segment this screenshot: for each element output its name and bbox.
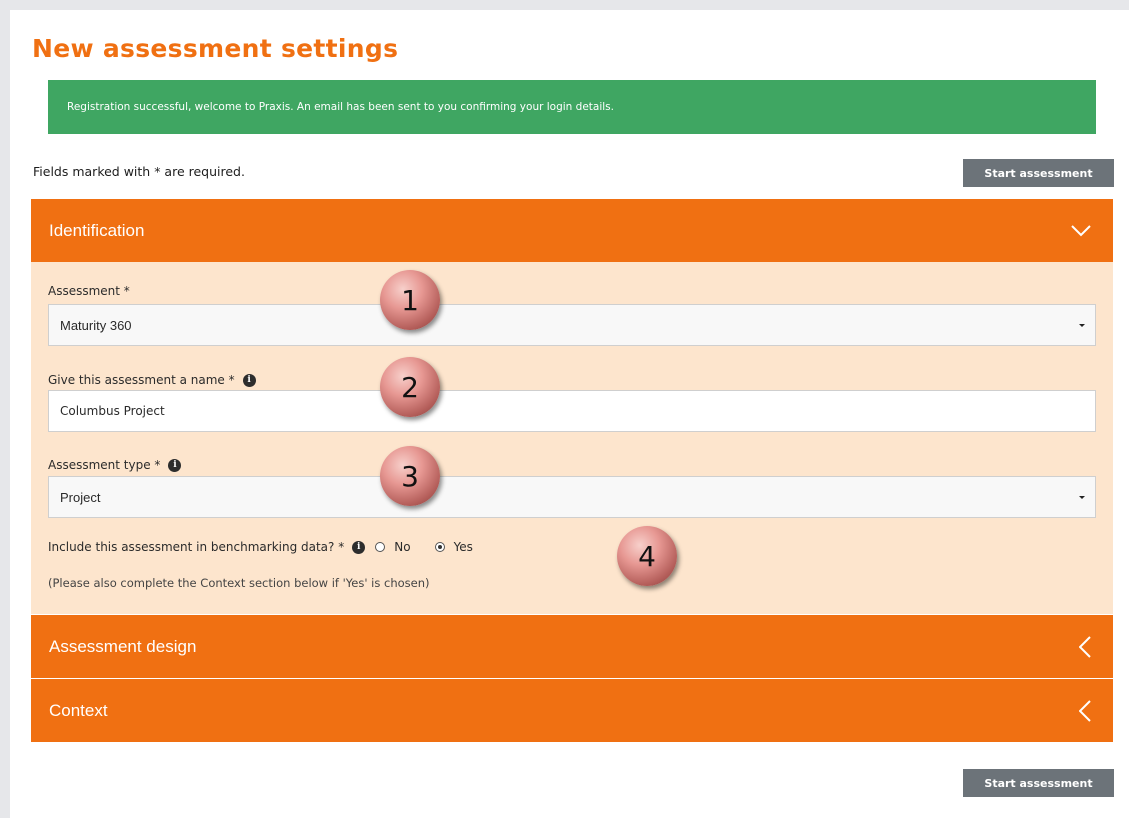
section-identification-header[interactable]: Identification (31, 199, 1113, 262)
callout-badge-1: 1 (380, 270, 440, 330)
success-alert-text: Registration successful, welcome to Prax… (67, 101, 614, 113)
radio-yes-label: Yes (453, 540, 473, 554)
benchmark-option-no[interactable]: No (375, 540, 411, 554)
assessment-label-text: Assessment * (48, 284, 130, 298)
callout-badge-2: 2 (380, 357, 440, 417)
assessment-type-label-text: Assessment type * (48, 458, 161, 472)
info-icon[interactable]: i (168, 458, 182, 472)
section-context-title: Context (49, 700, 108, 720)
start-assessment-button-top[interactable]: Start assessment (963, 159, 1114, 187)
radio-yes[interactable] (434, 542, 445, 552)
start-assessment-button-bottom[interactable]: Start assessment (963, 769, 1114, 797)
assessment-select[interactable]: Maturity 360 (48, 304, 1096, 346)
benchmarking-label: Include this assessment in benchmarking … (48, 540, 345, 554)
page-title: New assessment settings (32, 34, 399, 63)
chevron-down-icon (1071, 199, 1091, 262)
section-assessment-design-title: Assessment design (49, 636, 197, 656)
assessment-type-label: Assessment type * i (48, 458, 182, 472)
dropdown-caret-icon (1079, 496, 1085, 499)
assessment-name-label: Give this assessment a name * i (48, 373, 256, 387)
assessment-name-input[interactable]: Columbus Project (48, 390, 1096, 432)
top-border (0, 0, 1129, 10)
radio-no[interactable] (375, 542, 386, 552)
section-identification-title: Identification (49, 220, 145, 240)
assessment-type-value: Project (60, 489, 101, 505)
left-border (0, 0, 10, 818)
benchmarking-note: (Please also complete the Context sectio… (48, 576, 430, 590)
callout-badge-4: 4 (617, 526, 677, 586)
dropdown-caret-icon (1079, 324, 1085, 327)
section-assessment-design-header[interactable]: Assessment design (31, 615, 1113, 678)
success-alert: Registration successful, welcome to Prax… (48, 80, 1096, 134)
assessment-label: Assessment * (48, 284, 130, 298)
benchmarking-row: Include this assessment in benchmarking … (48, 540, 473, 554)
chevron-left-icon (1079, 615, 1091, 678)
required-fields-note: Fields marked with * are required. (33, 164, 245, 179)
assessment-name-value: Columbus Project (60, 404, 165, 418)
assessment-type-select[interactable]: Project (48, 476, 1096, 518)
info-icon[interactable]: i (242, 373, 256, 387)
chevron-left-icon (1079, 679, 1091, 742)
section-context-header[interactable]: Context (31, 679, 1113, 742)
info-icon[interactable]: i (352, 540, 366, 554)
radio-no-label: No (394, 540, 411, 554)
assessment-select-value: Maturity 360 (60, 317, 132, 333)
benchmark-option-yes[interactable]: Yes (434, 540, 473, 554)
callout-badge-3: 3 (380, 446, 440, 506)
assessment-name-label-text: Give this assessment a name * (48, 373, 235, 387)
